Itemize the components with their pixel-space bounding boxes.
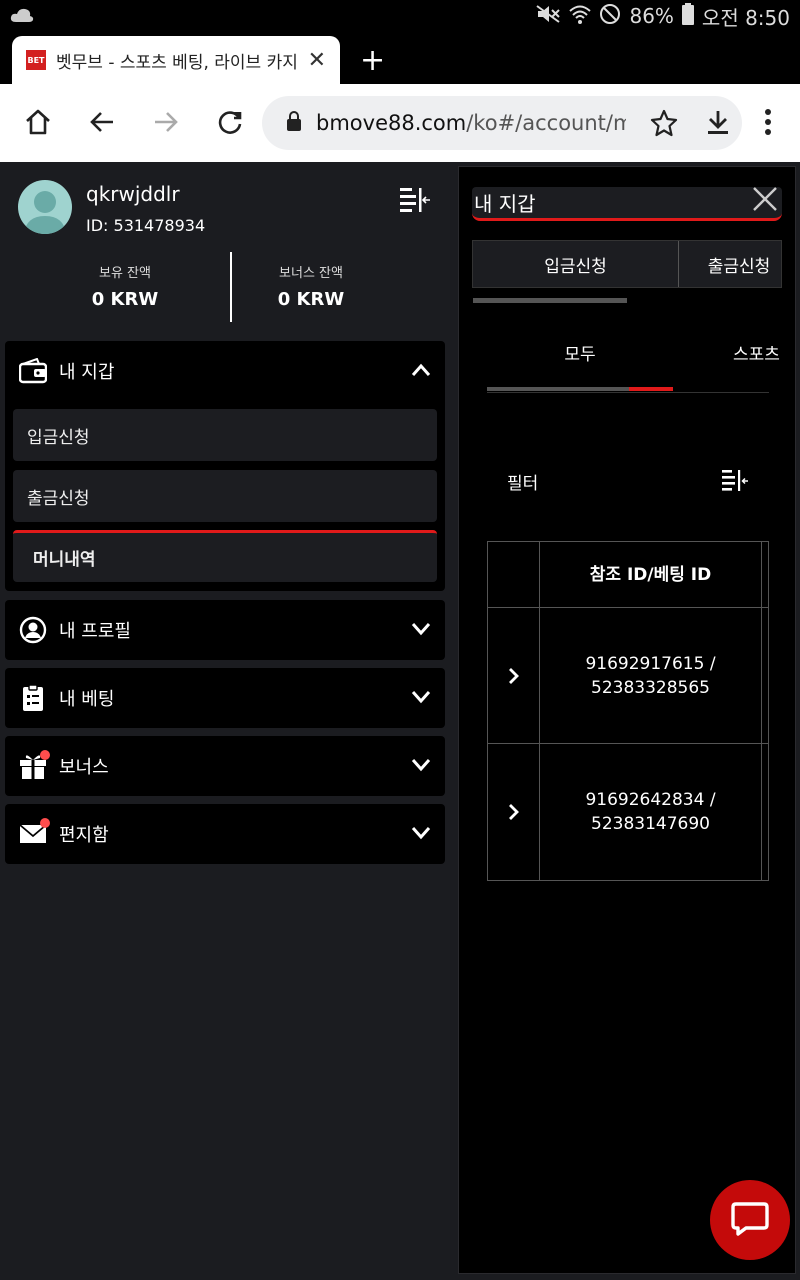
tab-withdraw[interactable]: 출금신청 [679,241,781,287]
menu-betting-header[interactable]: 내 베팅 [5,668,445,728]
status-bar: 86% 오전 8:50 [0,0,800,32]
url-bar[interactable]: bmove88.com/ko#/account/my-wallet [262,96,742,150]
chevron-right-icon[interactable] [488,608,540,743]
chat-bubble-icon [730,1198,770,1242]
tabs-scrollbar[interactable] [473,298,627,303]
url-path: /ko#/account/my-wallet [466,111,626,135]
avatar [18,180,72,234]
history-table: 참조 ID/베팅 ID 91692917615 / 52383328565 916… [487,541,769,881]
filter-icon[interactable] [721,469,749,497]
close-icon[interactable] [751,185,779,217]
do-not-disturb-icon [599,3,621,30]
bet-id: 52383147690 [591,814,710,834]
menu-inbox-header[interactable]: 편지함 [5,804,445,864]
collapse-sidebar-icon[interactable] [398,186,432,218]
balance-value: 0 KRW [91,289,159,310]
wallet-tabs: 입금신청 출금신청 [472,240,782,288]
close-tab-icon[interactable]: ✕ [308,48,326,73]
download-icon[interactable] [706,109,730,142]
address-bar: bmove88.com/ko#/account/my-wallet [0,84,800,162]
menu-wallet-header[interactable]: 내 지갑 [5,341,445,401]
submenu-deposit[interactable]: 입금신청 [13,409,437,461]
star-icon[interactable] [650,109,678,142]
bonus-balance-block: 보너스 잔액 0 KRW [211,262,411,310]
wallet-panel: 내 지갑 입금신청 출금신청 모두 스포츠 필터 참조 ID/베팅 ID 916… [458,166,796,1274]
table-header-row: 참조 ID/베팅 ID [488,542,768,608]
username: qkrwjddlr [86,182,180,206]
subtab-sports[interactable]: 스포츠 [733,337,780,373]
table-row[interactable]: 91692642834 / 52383147690 [488,744,768,880]
chevron-down-icon[interactable] [411,620,431,641]
subtab-underline [487,387,673,391]
home-icon[interactable] [22,106,54,138]
ref-id: 91692642834 / [585,790,716,810]
history-subtabs: 모두 스포츠 [487,337,780,393]
menu-betting[interactable]: 내 베팅 [5,668,445,728]
menu-wallet: 내 지갑 입금신청 출금신청 머니내역 [5,341,445,591]
chevron-up-icon[interactable] [411,361,431,382]
subtab-all[interactable]: 모두 [487,337,673,373]
notification-dot [40,818,50,828]
chevron-down-icon[interactable] [411,824,431,845]
url-host: bmove88.com [316,111,467,135]
user-circle-icon [19,616,47,644]
wallet-icon [19,357,47,385]
balance-label: 보유 잔액 [99,266,151,281]
chevron-down-icon[interactable] [411,688,431,709]
bet-id: 52383328565 [591,677,710,698]
back-icon[interactable] [86,106,118,138]
menu-wallet-label: 내 지갑 [59,362,115,383]
menu-profile-header[interactable]: 내 프로필 [5,600,445,660]
favicon: BET [26,50,46,70]
wifi-icon [569,4,592,29]
reload-icon[interactable] [214,106,246,138]
menu-bonus-label: 보너스 [59,757,109,778]
submenu-money-history[interactable]: 머니내역 [13,530,437,582]
wallet-panel-title: 내 지갑 [472,187,782,221]
user-id: ID: 531478934 [86,216,206,235]
new-tab-icon[interactable]: + [360,46,385,76]
envelope-icon [19,818,50,848]
table-row[interactable]: 91692917615 / 52383328565 [488,608,768,744]
bonus-balance-value: 0 KRW [277,289,345,310]
menu-bonus[interactable]: 보너스 [5,736,445,796]
balance-block: 보유 잔액 0 KRW [25,262,225,310]
clock: 오전 8:50 [701,5,790,30]
menu-bonus-header[interactable]: 보너스 [5,736,445,796]
forward-icon[interactable] [150,106,182,138]
filter-label: 필터 [507,474,539,494]
browser-tab[interactable]: BET 벳무브 - 스포츠 베팅, 라이브 카지노 ✕ [12,36,340,84]
menu-profile[interactable]: 내 프로필 [5,600,445,660]
menu-inbox-label: 편지함 [59,825,109,846]
table-header-ref-id: 참조 ID/베팅 ID [540,542,762,607]
tab-title: 벳무브 - 스포츠 베팅, 라이브 카지노 [56,52,298,73]
url-text: bmove88.com/ko#/account/my-wallet [316,111,626,135]
tab-deposit[interactable]: 입금신청 [473,241,679,287]
notification-dot [40,750,50,760]
ref-id: 91692917615 / [585,653,716,674]
battery-percent: 86% [629,4,674,28]
cloud-icon [10,4,34,28]
table-cell-ref: 91692917615 / 52383328565 [540,608,762,743]
gift-icon [19,750,50,780]
chevron-down-icon[interactable] [411,756,431,777]
live-chat-button[interactable] [710,1180,790,1260]
mute-icon [535,4,561,29]
menu-profile-label: 내 프로필 [59,621,131,642]
lock-icon [286,110,302,136]
table-cell-ref: 91692642834 / 52383147690 [540,744,762,880]
submenu-withdraw[interactable]: 출금신청 [13,470,437,522]
browser-tab-bar: BET 벳무브 - 스포츠 베팅, 라이브 카지노 ✕ + [0,32,800,84]
clipboard-icon [19,684,47,712]
menu-betting-label: 내 베팅 [59,689,115,710]
more-menu-icon[interactable] [752,106,784,138]
chevron-right-icon[interactable] [488,744,540,880]
menu-inbox[interactable]: 편지함 [5,804,445,864]
bonus-balance-label: 보너스 잔액 [279,266,343,281]
battery-icon [681,2,694,30]
